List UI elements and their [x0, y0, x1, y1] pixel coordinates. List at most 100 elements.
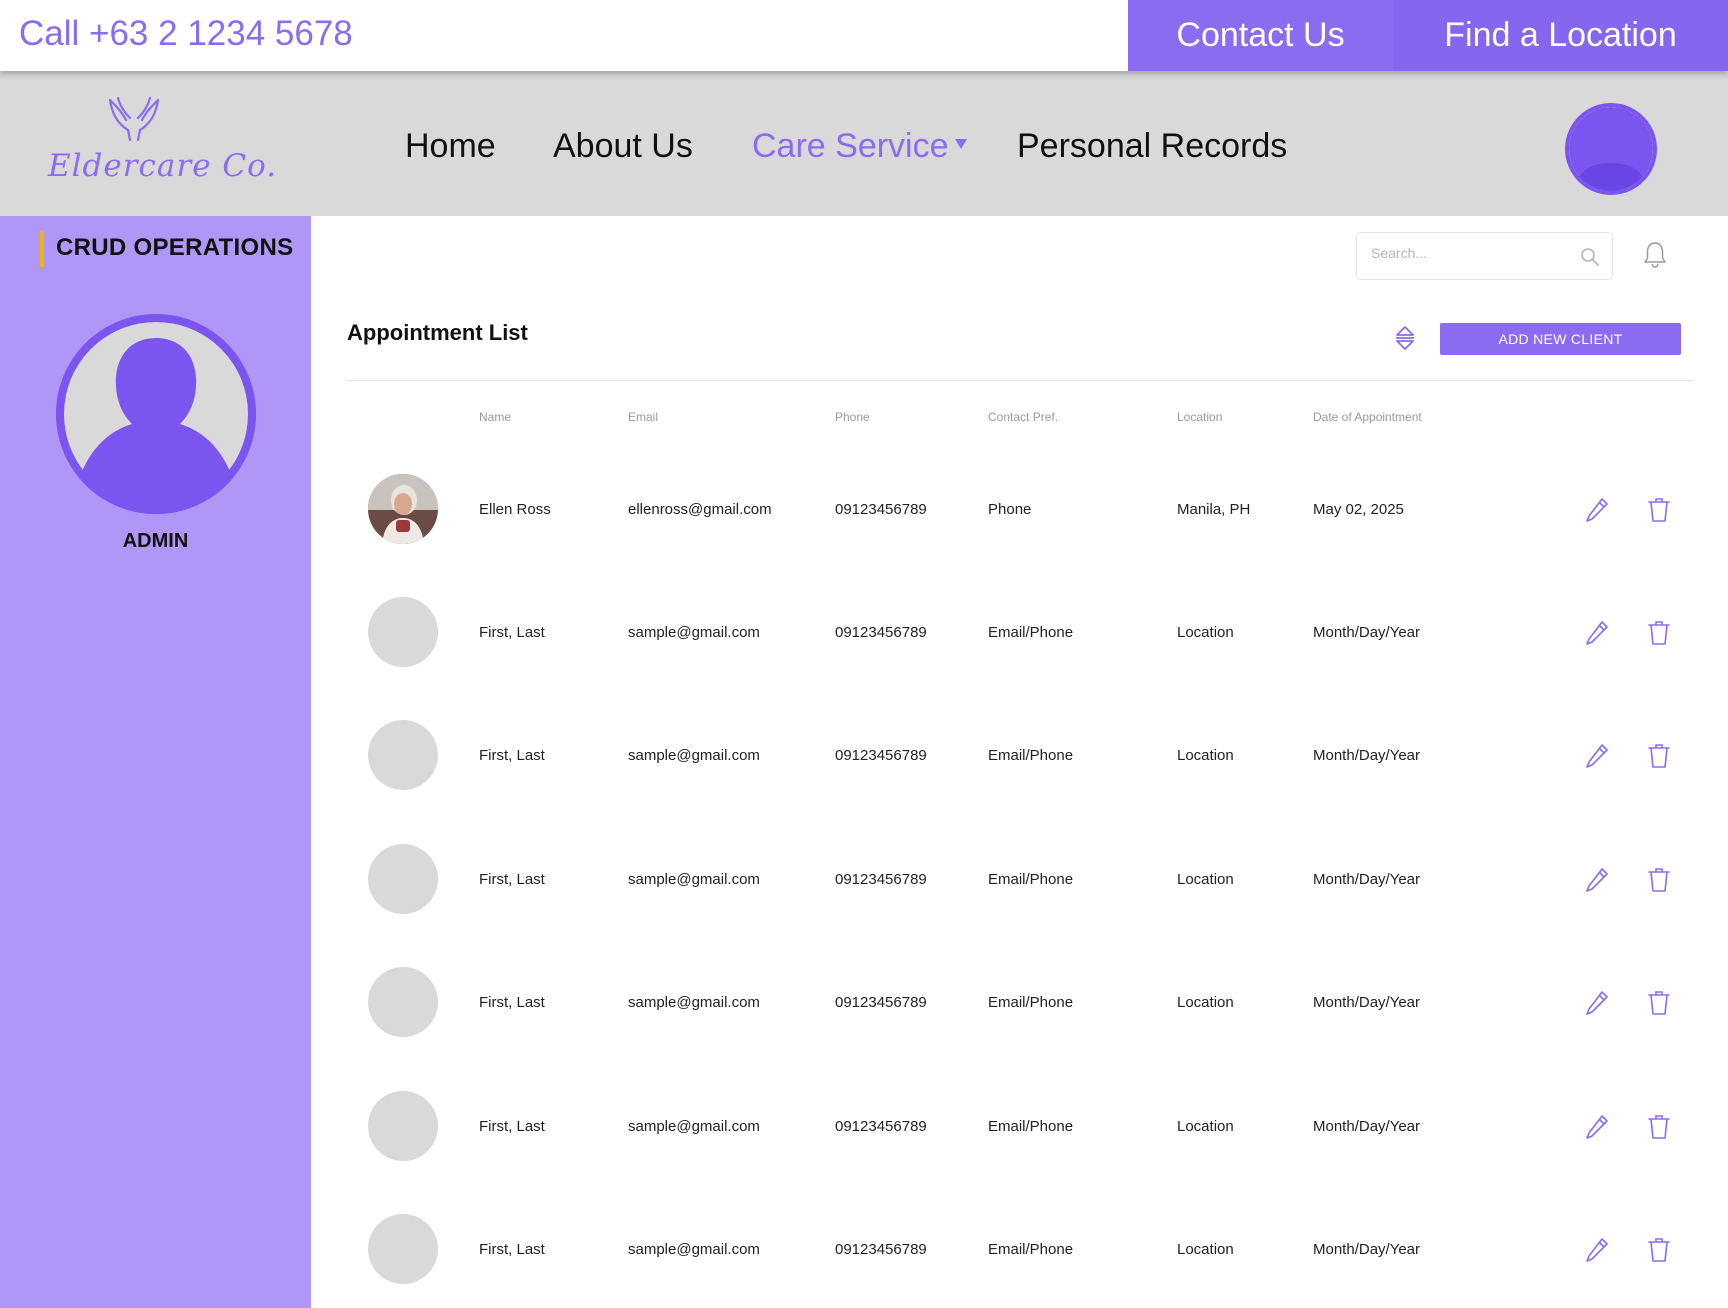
hands-logo-icon [108, 96, 160, 142]
pencil-icon[interactable] [1584, 496, 1610, 524]
trash-icon[interactable] [1647, 989, 1671, 1017]
client-location: Manila, PH [1177, 501, 1251, 518]
client-location: Location [1177, 624, 1234, 641]
client-phone: 09123456789 [835, 994, 927, 1011]
main-nav: Eldercare Co. Home About Us Care Service… [0, 71, 1728, 216]
client-avatar [368, 597, 438, 667]
sort-icon[interactable] [1394, 324, 1416, 352]
column-header-date: Date of Appointment [1313, 410, 1422, 424]
trash-icon[interactable] [1647, 496, 1671, 524]
table-row[interactable]: First, Last sample@gmail.com 09123456789… [311, 577, 1728, 687]
client-email: sample@gmail.com [628, 624, 760, 641]
trash-icon[interactable] [1647, 1236, 1671, 1264]
trash-icon[interactable] [1647, 619, 1671, 647]
client-avatar [368, 1091, 438, 1161]
client-appointment-date: Month/Day/Year [1313, 624, 1421, 641]
client-photo [368, 474, 438, 544]
bell-icon[interactable] [1643, 240, 1667, 268]
client-contact-pref: Email/Phone [988, 747, 1074, 764]
trash-icon[interactable] [1647, 866, 1671, 894]
phone-number[interactable]: Call +63 2 1234 5678 [19, 14, 353, 54]
client-name: First, Last [479, 1241, 545, 1258]
pencil-icon[interactable] [1584, 742, 1610, 770]
top-bar: Call +63 2 1234 5678 Contact Us Find a L… [0, 0, 1728, 71]
client-email: sample@gmail.com [628, 747, 760, 764]
client-contact-pref: Email/Phone [988, 994, 1074, 1011]
table-row[interactable]: First, Last sample@gmail.com 09123456789… [311, 1071, 1728, 1181]
logo[interactable]: Eldercare Co. [44, 96, 276, 191]
pencil-icon[interactable] [1584, 866, 1610, 894]
table-row[interactable]: First, Last sample@gmail.com 09123456789… [311, 824, 1728, 934]
nav-home[interactable]: Home [405, 127, 496, 166]
nav-about-us[interactable]: About Us [553, 127, 693, 166]
caret-down-icon[interactable] [955, 139, 967, 149]
column-header-phone: Phone [835, 410, 870, 424]
add-new-client-button[interactable]: ADD NEW CLIENT [1440, 323, 1681, 355]
client-email: sample@gmail.com [628, 1118, 760, 1135]
client-email: sample@gmail.com [628, 1241, 760, 1258]
client-appointment-date: Month/Day/Year [1313, 1241, 1421, 1258]
client-avatar [368, 1214, 438, 1284]
table-row[interactable]: First, Last sample@gmail.com 09123456789… [311, 700, 1728, 810]
client-phone: 09123456789 [835, 871, 927, 888]
client-location: Location [1177, 994, 1234, 1011]
pencil-icon[interactable] [1584, 619, 1610, 647]
contact-us-button[interactable]: Contact Us [1128, 0, 1393, 71]
client-appointment-date: Month/Day/Year [1313, 747, 1421, 764]
client-email: sample@gmail.com [628, 871, 760, 888]
nav-personal-records[interactable]: Personal Records [1017, 127, 1287, 166]
search-box[interactable] [1356, 232, 1613, 280]
search-input[interactable] [1371, 245, 1571, 261]
user-silhouette-icon [1569, 107, 1653, 191]
client-name: Ellen Ross [479, 501, 551, 518]
nav-care-service[interactable]: Care Service [752, 127, 949, 166]
client-avatar [368, 720, 438, 790]
client-appointment-date: Month/Day/Year [1313, 871, 1421, 888]
main-content: Appointment List ADD NEW CLIENT Name Ema… [311, 216, 1728, 1308]
client-name: First, Last [479, 624, 545, 641]
client-location: Location [1177, 871, 1234, 888]
find-location-button[interactable]: Find a Location [1393, 0, 1728, 71]
client-email: ellenross@gmail.com [628, 501, 772, 518]
column-header-name: Name [479, 410, 512, 424]
client-avatar [368, 474, 438, 544]
sidebar: CRUD OPERATIONS ADMIN [0, 216, 311, 1308]
client-name: First, Last [479, 871, 545, 888]
trash-icon[interactable] [1647, 1113, 1671, 1141]
table-row[interactable]: Ellen Ross ellenross@gmail.com 091234567… [311, 454, 1728, 564]
column-header-email: Email [628, 410, 659, 424]
pencil-icon[interactable] [1584, 1236, 1610, 1264]
search-icon[interactable] [1580, 247, 1600, 267]
client-location: Location [1177, 1241, 1234, 1258]
admin-avatar-icon [56, 314, 256, 514]
client-phone: 09123456789 [835, 747, 927, 764]
sidebar-heading: CRUD OPERATIONS [56, 234, 294, 261]
client-location: Location [1177, 1118, 1234, 1135]
client-name: First, Last [479, 747, 545, 764]
page-title: Appointment List [347, 320, 528, 345]
client-contact-pref: Email/Phone [988, 871, 1074, 888]
pencil-icon[interactable] [1584, 989, 1610, 1017]
client-email: sample@gmail.com [628, 994, 760, 1011]
client-name: First, Last [479, 1118, 545, 1135]
client-appointment-date: Month/Day/Year [1313, 1118, 1421, 1135]
admin-role-label: ADMIN [122, 530, 189, 552]
client-avatar [368, 844, 438, 914]
client-contact-pref: Email/Phone [988, 1118, 1074, 1135]
table-row[interactable]: First, Last sample@gmail.com 09123456789… [311, 947, 1728, 1057]
column-header-location: Location [1177, 410, 1223, 424]
client-contact-pref: Email/Phone [988, 624, 1074, 641]
table-row[interactable]: First, Last sample@gmail.com 09123456789… [311, 1194, 1728, 1304]
client-phone: 09123456789 [835, 501, 927, 518]
client-phone: 09123456789 [835, 1118, 927, 1135]
trash-icon[interactable] [1647, 742, 1671, 770]
client-location: Location [1177, 747, 1234, 764]
pencil-icon[interactable] [1584, 1113, 1610, 1141]
column-header-contact-pref: Contact Pref. [988, 410, 1059, 424]
client-phone: 09123456789 [835, 1241, 927, 1258]
divider [347, 380, 1692, 381]
client-appointment-date: Month/Day/Year [1313, 994, 1421, 1011]
client-contact-pref: Phone [988, 501, 1032, 518]
client-contact-pref: Email/Phone [988, 1241, 1074, 1258]
user-avatar-icon[interactable] [1565, 103, 1657, 195]
